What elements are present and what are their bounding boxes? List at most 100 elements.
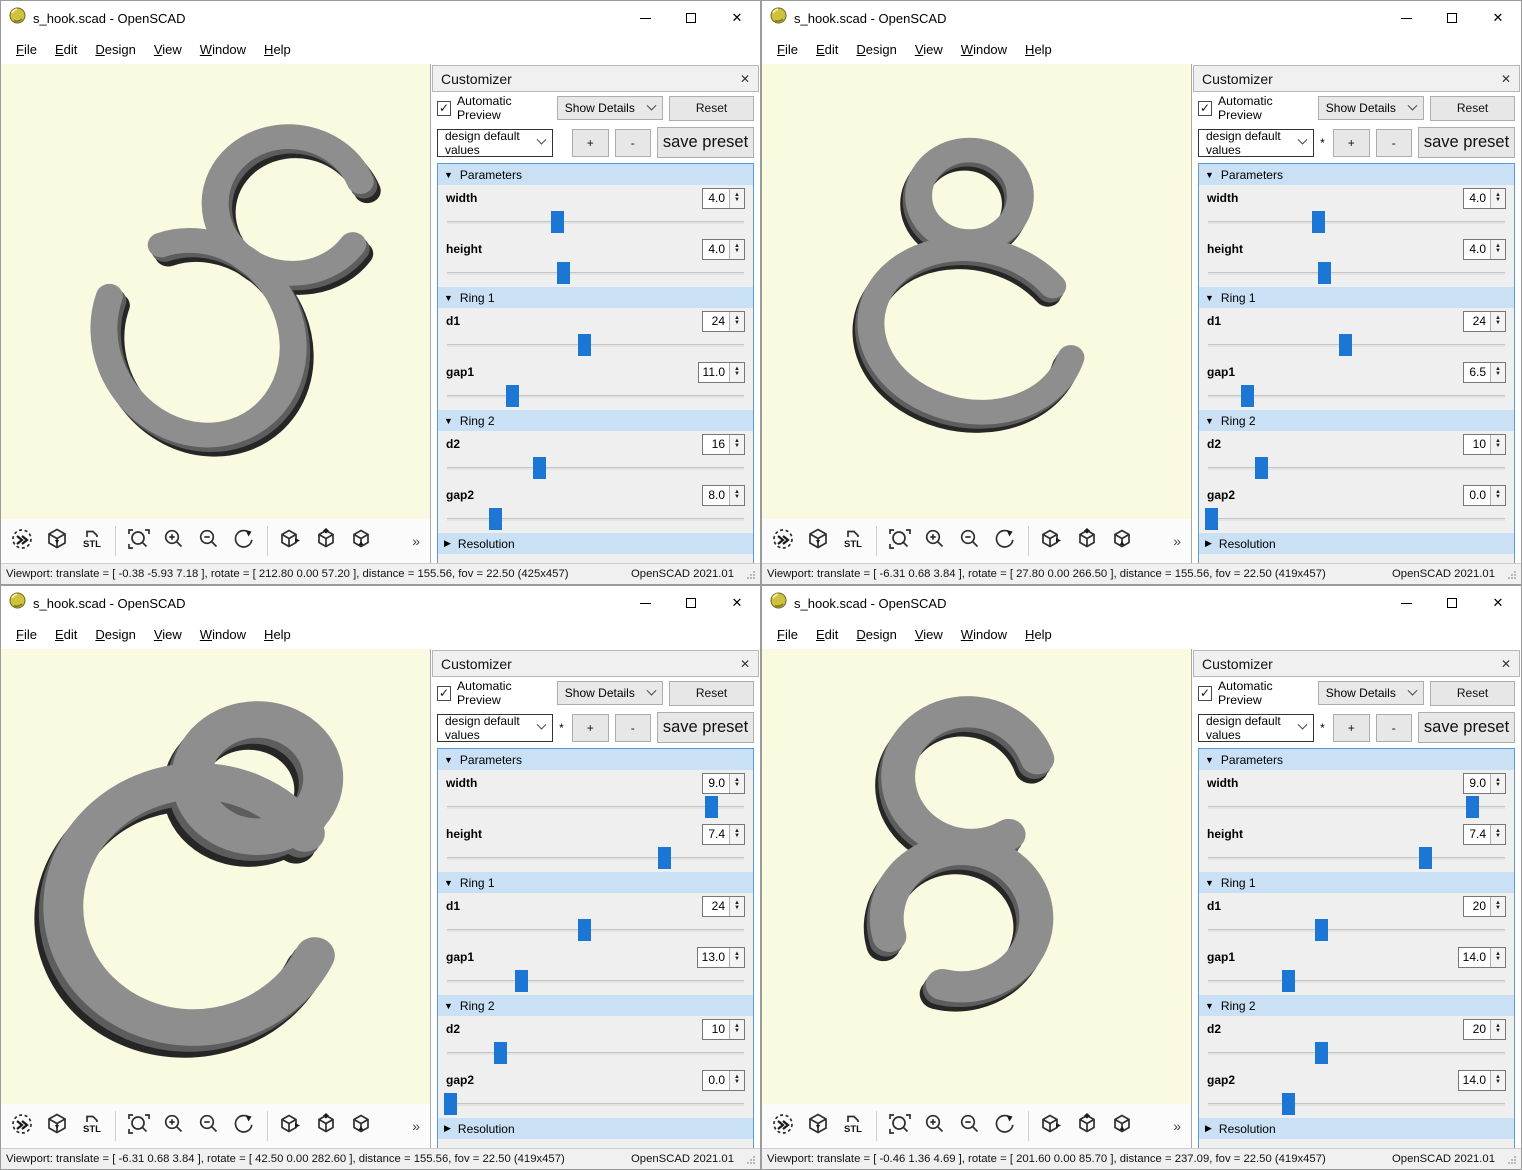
parameter-spinbox[interactable]: 7.4▲▼ <box>702 824 745 845</box>
automatic-preview-checkbox[interactable]: ✓ <box>1198 686 1212 701</box>
resize-grip-icon[interactable] <box>1507 1155 1516 1164</box>
viewport-canvas[interactable] <box>1 64 430 519</box>
preset-dropdown[interactable]: design default values <box>437 129 553 157</box>
maximize-button[interactable] <box>1429 1 1475 35</box>
save-preset-button[interactable]: save preset <box>657 712 754 743</box>
view-diagonal-button[interactable] <box>310 524 342 558</box>
menu-item-design[interactable]: Design <box>86 39 144 60</box>
section-header-parameters[interactable]: ▼Parameters <box>1199 749 1514 770</box>
menu-item-file[interactable]: File <box>768 624 807 645</box>
spin-down-icon[interactable]: ▼ <box>734 1029 740 1034</box>
reset-button[interactable]: Reset <box>1430 681 1515 706</box>
section-header-ring-1[interactable]: ▼Ring 1 <box>1199 287 1514 308</box>
close-button[interactable]: ✕ <box>714 1 760 35</box>
parameter-slider[interactable] <box>1208 211 1505 233</box>
slider-handle[interactable] <box>506 385 519 407</box>
menu-item-help[interactable]: Help <box>255 624 300 645</box>
menu-item-edit[interactable]: Edit <box>807 39 847 60</box>
spin-down-icon[interactable]: ▼ <box>1495 783 1501 788</box>
parameter-spinbox[interactable]: 0.0▲▼ <box>702 1070 745 1091</box>
spinbox-arrows[interactable]: ▲▼ <box>1490 189 1505 208</box>
toolbar-overflow-icon[interactable]: » <box>412 1118 419 1134</box>
parameter-spinbox[interactable]: 13.0▲▼ <box>697 947 745 968</box>
spinbox-arrows[interactable]: ▲▼ <box>1490 948 1505 967</box>
slider-handle[interactable] <box>1315 919 1328 941</box>
reset-view-button[interactable] <box>228 1109 260 1143</box>
parameter-slider[interactable] <box>447 457 744 479</box>
spinbox-arrows[interactable]: ▲▼ <box>1490 897 1505 916</box>
slider-handle[interactable] <box>1315 1042 1328 1064</box>
details-dropdown[interactable]: Show Details <box>557 681 663 705</box>
minimize-button[interactable] <box>1383 1 1429 35</box>
spin-down-icon[interactable]: ▼ <box>1495 321 1501 326</box>
zoom-in-button[interactable] <box>919 524 951 558</box>
view-center-button[interactable] <box>1106 1109 1138 1143</box>
spin-down-icon[interactable]: ▼ <box>734 957 740 962</box>
slider-handle[interactable] <box>1318 262 1331 284</box>
preset-dropdown[interactable]: design default values <box>437 714 553 742</box>
section-header-resolution[interactable]: ▶Resolution <box>1199 1118 1514 1139</box>
parameter-slider[interactable] <box>1208 262 1505 284</box>
slider-handle[interactable] <box>1282 1093 1295 1115</box>
parameter-slider[interactable] <box>1208 919 1505 941</box>
remove-preset-button[interactable]: - <box>615 714 652 742</box>
slider-handle[interactable] <box>489 508 502 530</box>
slider-handle[interactable] <box>1339 334 1352 356</box>
menu-item-help[interactable]: Help <box>255 39 300 60</box>
stl-export-button[interactable]: STL <box>837 524 869 558</box>
spin-down-icon[interactable]: ▼ <box>734 495 740 500</box>
quick-render-button[interactable] <box>6 524 38 558</box>
title-bar[interactable]: s_hook.scad - OpenSCAD ✕ <box>1 586 760 620</box>
automatic-preview-checkbox[interactable]: ✓ <box>437 686 451 701</box>
menu-item-design[interactable]: Design <box>847 39 905 60</box>
spin-down-icon[interactable]: ▼ <box>1495 495 1501 500</box>
spinbox-arrows[interactable]: ▲▼ <box>729 189 744 208</box>
slider-handle[interactable] <box>1466 796 1479 818</box>
add-preset-button[interactable]: + <box>572 714 609 742</box>
close-button[interactable]: ✕ <box>1475 586 1521 620</box>
parameter-slider[interactable] <box>447 334 744 356</box>
zoom-out-button[interactable] <box>193 524 225 558</box>
section-header-ring-2[interactable]: ▼Ring 2 <box>438 995 753 1016</box>
section-header-resolution[interactable]: ▶Resolution <box>1199 533 1514 554</box>
spin-down-icon[interactable]: ▼ <box>1495 1029 1501 1034</box>
zoom-all-button[interactable] <box>123 1109 155 1143</box>
parameter-spinbox[interactable]: 4.0▲▼ <box>702 188 745 209</box>
spinbox-arrows[interactable]: ▲▼ <box>729 897 744 916</box>
parameter-slider[interactable] <box>1208 1093 1505 1115</box>
preset-dropdown[interactable]: design default values <box>1198 714 1314 742</box>
slider-handle[interactable] <box>578 334 591 356</box>
zoom-out-button[interactable] <box>954 1109 986 1143</box>
spin-down-icon[interactable]: ▼ <box>1495 444 1501 449</box>
parameter-slider[interactable] <box>447 970 744 992</box>
spin-down-icon[interactable]: ▼ <box>1495 198 1501 203</box>
zoom-in-button[interactable] <box>919 1109 951 1143</box>
spin-down-icon[interactable]: ▼ <box>734 444 740 449</box>
parameter-slider[interactable] <box>1208 334 1505 356</box>
view-right-button[interactable] <box>1036 1109 1068 1143</box>
parameter-spinbox[interactable]: 4.0▲▼ <box>702 239 745 260</box>
parameter-spinbox[interactable]: 9.0▲▼ <box>1463 773 1506 794</box>
spinbox-arrows[interactable]: ▲▼ <box>1490 1071 1505 1090</box>
spin-down-icon[interactable]: ▼ <box>734 321 740 326</box>
resize-grip-icon[interactable] <box>1507 570 1516 579</box>
details-dropdown[interactable]: Show Details <box>557 96 663 120</box>
section-header-resolution[interactable]: ▶Resolution <box>438 533 753 554</box>
section-header-ring-2[interactable]: ▼Ring 2 <box>438 410 753 431</box>
spin-down-icon[interactable]: ▼ <box>1495 834 1501 839</box>
menu-item-file[interactable]: File <box>768 39 807 60</box>
add-preset-button[interactable]: + <box>572 129 609 157</box>
quick-render-button[interactable] <box>767 1109 799 1143</box>
title-bar[interactable]: s_hook.scad - OpenSCAD ✕ <box>762 1 1521 35</box>
spinbox-arrows[interactable]: ▲▼ <box>729 435 744 454</box>
reset-view-button[interactable] <box>989 1109 1021 1143</box>
slider-handle[interactable] <box>494 1042 507 1064</box>
reset-button[interactable]: Reset <box>1430 96 1515 121</box>
zoom-in-button[interactable] <box>158 524 190 558</box>
menu-item-edit[interactable]: Edit <box>807 624 847 645</box>
parameter-slider[interactable] <box>447 508 744 530</box>
spin-down-icon[interactable]: ▼ <box>734 198 740 203</box>
parameter-slider[interactable] <box>1208 970 1505 992</box>
parameter-spinbox[interactable]: 16▲▼ <box>702 434 745 455</box>
slider-handle[interactable] <box>1312 211 1325 233</box>
